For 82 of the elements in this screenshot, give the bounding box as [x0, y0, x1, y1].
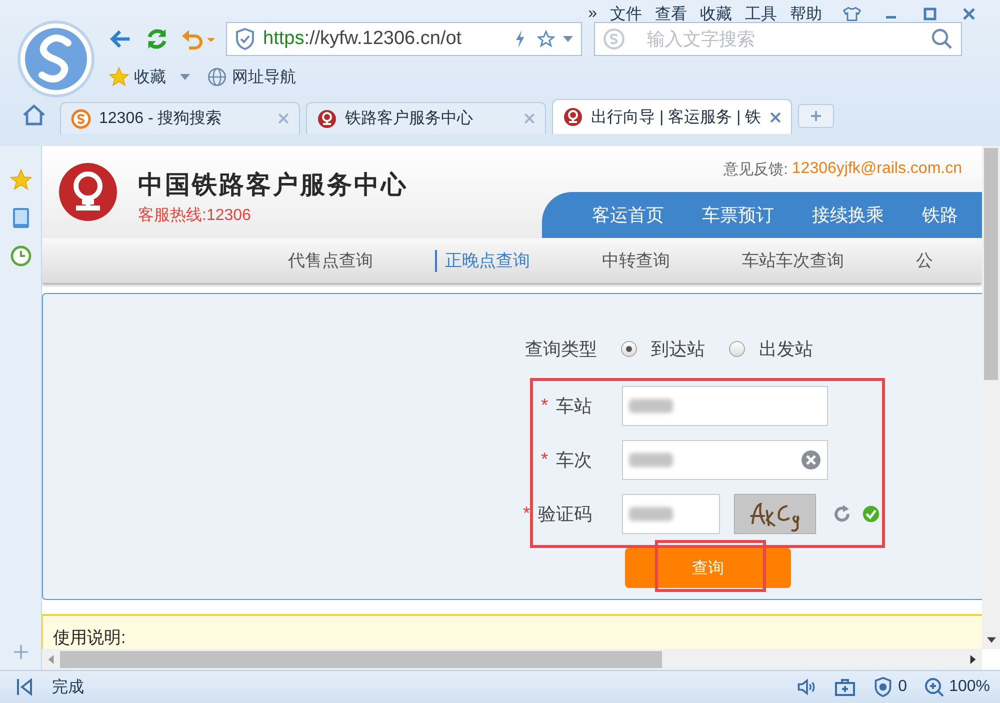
required-mark: * — [540, 449, 548, 470]
radio-option[interactable]: 出发站 — [729, 337, 813, 362]
field-label: 车次 — [556, 448, 592, 472]
star-icon[interactable] — [8, 168, 32, 192]
blurred-value — [629, 398, 673, 413]
refresh-icon[interactable] — [832, 504, 852, 524]
status-text: 完成 — [52, 678, 84, 698]
sub-nav-link[interactable]: 车站车次查询 — [732, 250, 844, 272]
blocked-count: 0 — [898, 678, 908, 696]
close-icon[interactable] — [278, 113, 289, 124]
sogou-icon — [71, 108, 91, 128]
required-mark: * — [522, 503, 530, 524]
browser-logo-icon[interactable] — [16, 19, 96, 99]
nav-link[interactable]: 铁路 — [922, 203, 958, 227]
home-icon[interactable] — [22, 104, 46, 126]
railway-logo-icon — [563, 107, 583, 127]
menu-item[interactable]: 帮助 — [790, 4, 822, 24]
field-label: 验证码 — [538, 502, 592, 526]
shield-icon — [235, 28, 255, 50]
station-field[interactable] — [622, 386, 828, 426]
sub-nav-link[interactable]: 公 — [906, 250, 933, 272]
train-number-field[interactable] — [622, 440, 828, 480]
notice-title: 使用说明: — [53, 628, 126, 647]
shirt-icon[interactable] — [843, 6, 861, 22]
scroll-right-icon[interactable] — [970, 655, 976, 664]
address-field[interactable]: https://kyfw.12306.cn/ot — [226, 22, 582, 56]
hotline-text: 客服热线:12306 — [138, 206, 252, 226]
required-mark: * — [540, 395, 548, 416]
browser-tab[interactable]: 出行向导 | 客运服务 | 铁 — [552, 99, 792, 134]
zoom-icon[interactable] — [923, 677, 946, 697]
zoom-level: 100% — [949, 678, 990, 696]
query-type-label: 查询类型 — [525, 338, 597, 362]
url-text: https://kyfw.12306.cn/ot — [263, 28, 463, 50]
sogou-icon — [603, 28, 625, 50]
clear-icon[interactable] — [801, 450, 821, 470]
medkit-icon[interactable] — [834, 677, 856, 697]
sub-nav-link[interactable]: 中转查询 — [592, 250, 670, 272]
star-icon[interactable] — [537, 29, 555, 49]
bookmarks-menu[interactable]: 收藏 — [134, 66, 166, 88]
menu-item[interactable]: » — [588, 5, 597, 23]
nav-link[interactable]: 客运首页 — [592, 203, 664, 227]
blurred-value — [629, 506, 673, 521]
check-icon — [862, 504, 880, 523]
horizontal-scrollbar[interactable] — [42, 649, 982, 670]
site-title: 中国铁路客户服务中心 — [138, 170, 408, 201]
new-tab-button[interactable] — [798, 104, 834, 128]
add-icon[interactable] — [12, 644, 28, 660]
blurred-value — [629, 452, 673, 467]
nav-link[interactable]: 车票预订 — [702, 203, 774, 227]
browser-tab[interactable]: 铁路客户服务中心 — [306, 102, 546, 134]
close-icon[interactable] — [960, 6, 978, 22]
caret-icon[interactable] — [563, 36, 573, 42]
close-icon[interactable] — [770, 112, 781, 122]
menu-item[interactable]: 文件 — [610, 4, 642, 24]
plus-icon[interactable] — [810, 110, 822, 122]
radio-option[interactable]: 到达站 — [621, 337, 705, 362]
sub-nav-link[interactable]: 代售点查询 — [278, 250, 373, 272]
browser-tab[interactable]: 12306 - 搜狗搜索 — [60, 102, 300, 134]
menu-item[interactable]: 查看 — [655, 4, 687, 24]
nav-link[interactable]: 接续换乘 — [812, 203, 884, 227]
menu-item[interactable]: 收藏 — [700, 4, 732, 24]
star-icon — [108, 66, 130, 88]
radio-button[interactable] — [621, 341, 637, 358]
globe-icon — [206, 66, 228, 88]
scroll-down-icon[interactable] — [986, 637, 996, 643]
menu-item[interactable]: 工具 — [745, 4, 777, 24]
caret-icon[interactable] — [180, 74, 190, 80]
railway-logo-icon — [317, 108, 337, 128]
captcha-field[interactable] — [622, 494, 720, 534]
clock-icon[interactable] — [8, 244, 32, 268]
search-icon[interactable] — [931, 28, 953, 50]
bookmark-link[interactable]: 网址导航 — [232, 66, 296, 88]
radio-button[interactable] — [729, 341, 745, 358]
feedback-label: 意见反馈: — [724, 160, 788, 178]
field-label: 车站 — [556, 394, 592, 418]
railway-logo-icon — [58, 162, 118, 222]
search-bar[interactable]: 输入文字搜索 — [594, 22, 962, 56]
search-field[interactable]: 输入文字搜索 — [633, 28, 923, 50]
close-icon[interactable] — [524, 113, 535, 124]
maximize-icon[interactable] — [921, 6, 939, 22]
scroll-left-icon[interactable] — [48, 655, 54, 664]
vertical-scrollbar[interactable] — [982, 146, 1000, 649]
